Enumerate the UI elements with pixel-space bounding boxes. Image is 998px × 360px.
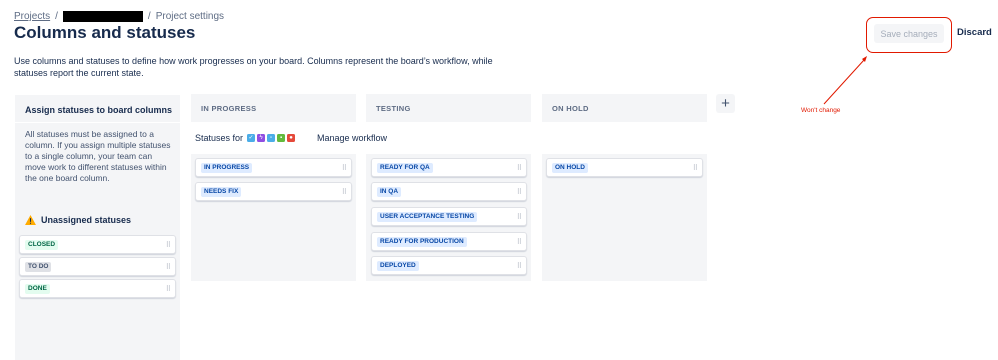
status-card-todo[interactable]: TO DO ⠿ xyxy=(19,257,176,276)
status-card[interactable]: DEPLOYED ⠿ xyxy=(371,256,527,275)
drag-handle-icon[interactable]: ⠿ xyxy=(517,188,522,196)
warning-icon xyxy=(25,215,36,225)
column-header-in-progress[interactable]: IN PROGRESS xyxy=(191,94,356,122)
status-lozenge: DONE xyxy=(25,284,50,294)
sidebar-help-text: All statuses must be assigned to a colum… xyxy=(25,129,171,183)
status-lozenge: IN QA xyxy=(377,187,402,197)
status-lozenge: READY FOR PRODUCTION xyxy=(377,237,467,247)
plus-icon: + xyxy=(721,95,730,112)
status-card-done[interactable]: DONE ⠿ xyxy=(19,279,176,298)
status-lozenge: CLOSED xyxy=(25,240,59,250)
column-header-testing[interactable]: TESTING xyxy=(366,94,531,122)
subtask-icon[interactable]: ▫ xyxy=(267,134,276,142)
column-header-on-hold[interactable]: ON HOLD xyxy=(542,94,707,122)
add-column-button[interactable]: + xyxy=(716,94,735,113)
status-card[interactable]: USER ACCEPTANCE TESTING ⠿ xyxy=(371,207,527,226)
breadcrumb-separator: / xyxy=(147,11,151,22)
drag-handle-icon[interactable]: ⠿ xyxy=(517,164,522,172)
annotation-text: Won't change xyxy=(801,107,841,114)
sidebar-title: Assign statuses to board columns xyxy=(25,105,173,115)
status-card[interactable]: READY FOR PRODUCTION ⠿ xyxy=(371,232,527,251)
status-assignment-sidebar: Assign statuses to board columns All sta… xyxy=(15,95,180,360)
drag-handle-icon[interactable]: ⠿ xyxy=(166,263,171,271)
unassigned-statuses-label: Unassigned statuses xyxy=(41,215,132,225)
column-name: ON HOLD xyxy=(552,104,589,113)
drag-handle-icon[interactable]: ⠿ xyxy=(166,241,171,249)
status-lozenge: READY FOR QA xyxy=(377,163,433,173)
status-card[interactable]: IN QA ⠿ xyxy=(371,182,527,201)
column-name: IN PROGRESS xyxy=(201,104,257,113)
task-icon[interactable]: ✓ xyxy=(247,134,256,142)
breadcrumb-separator: / xyxy=(55,11,58,22)
page-description: Use columns and statuses to define how w… xyxy=(14,56,493,78)
page-title: Columns and statuses xyxy=(14,23,196,42)
drag-handle-icon[interactable]: ⠿ xyxy=(166,285,171,293)
annotation-arrow-icon xyxy=(823,56,867,105)
bug-icon[interactable]: ● xyxy=(287,134,296,142)
discard-button[interactable]: Discard xyxy=(957,27,992,38)
column-name: TESTING xyxy=(376,104,411,113)
status-card-closed[interactable]: CLOSED ⠿ xyxy=(19,235,176,254)
drag-handle-icon[interactable]: ⠿ xyxy=(517,213,522,221)
drag-handle-icon[interactable]: ⠿ xyxy=(342,164,347,172)
sidebar-divider xyxy=(15,122,180,123)
breadcrumb: Projects / / Project settings xyxy=(14,11,224,22)
drag-handle-icon[interactable]: ⠿ xyxy=(342,188,347,196)
redacted-project-name[interactable] xyxy=(62,11,143,22)
status-lozenge: NEEDS FIX xyxy=(201,187,242,197)
manage-workflow-link[interactable]: Manage workflow xyxy=(317,133,387,143)
save-changes-button[interactable]: Save changes xyxy=(874,24,944,43)
status-card[interactable]: ON HOLD ⠿ xyxy=(546,158,703,177)
drag-handle-icon[interactable]: ⠿ xyxy=(693,164,698,172)
statuses-for-filter: Statuses for ✓ ϟ ▫ ▪ ● xyxy=(195,133,297,143)
status-lozenge: IN PROGRESS xyxy=(201,163,253,173)
epic-icon[interactable]: ϟ xyxy=(257,134,266,142)
status-lozenge: ON HOLD xyxy=(552,163,588,173)
story-icon[interactable]: ▪ xyxy=(277,134,286,142)
status-lozenge: USER ACCEPTANCE TESTING xyxy=(377,212,478,222)
status-card[interactable]: READY FOR QA ⠿ xyxy=(371,158,527,177)
breadcrumb-projects-link[interactable]: Projects xyxy=(14,11,50,22)
status-card[interactable]: IN PROGRESS ⠿ xyxy=(195,158,352,177)
breadcrumb-current: Project settings xyxy=(155,11,225,22)
statuses-for-label: Statuses for xyxy=(195,133,244,143)
drag-handle-icon[interactable]: ⠿ xyxy=(517,238,522,246)
status-card[interactable]: NEEDS FIX ⠿ xyxy=(195,182,352,201)
status-lozenge: TO DO xyxy=(25,262,52,272)
status-lozenge: DEPLOYED xyxy=(377,261,419,271)
unassigned-statuses-heading: Unassigned statuses xyxy=(25,215,131,225)
drag-handle-icon[interactable]: ⠿ xyxy=(517,262,522,270)
